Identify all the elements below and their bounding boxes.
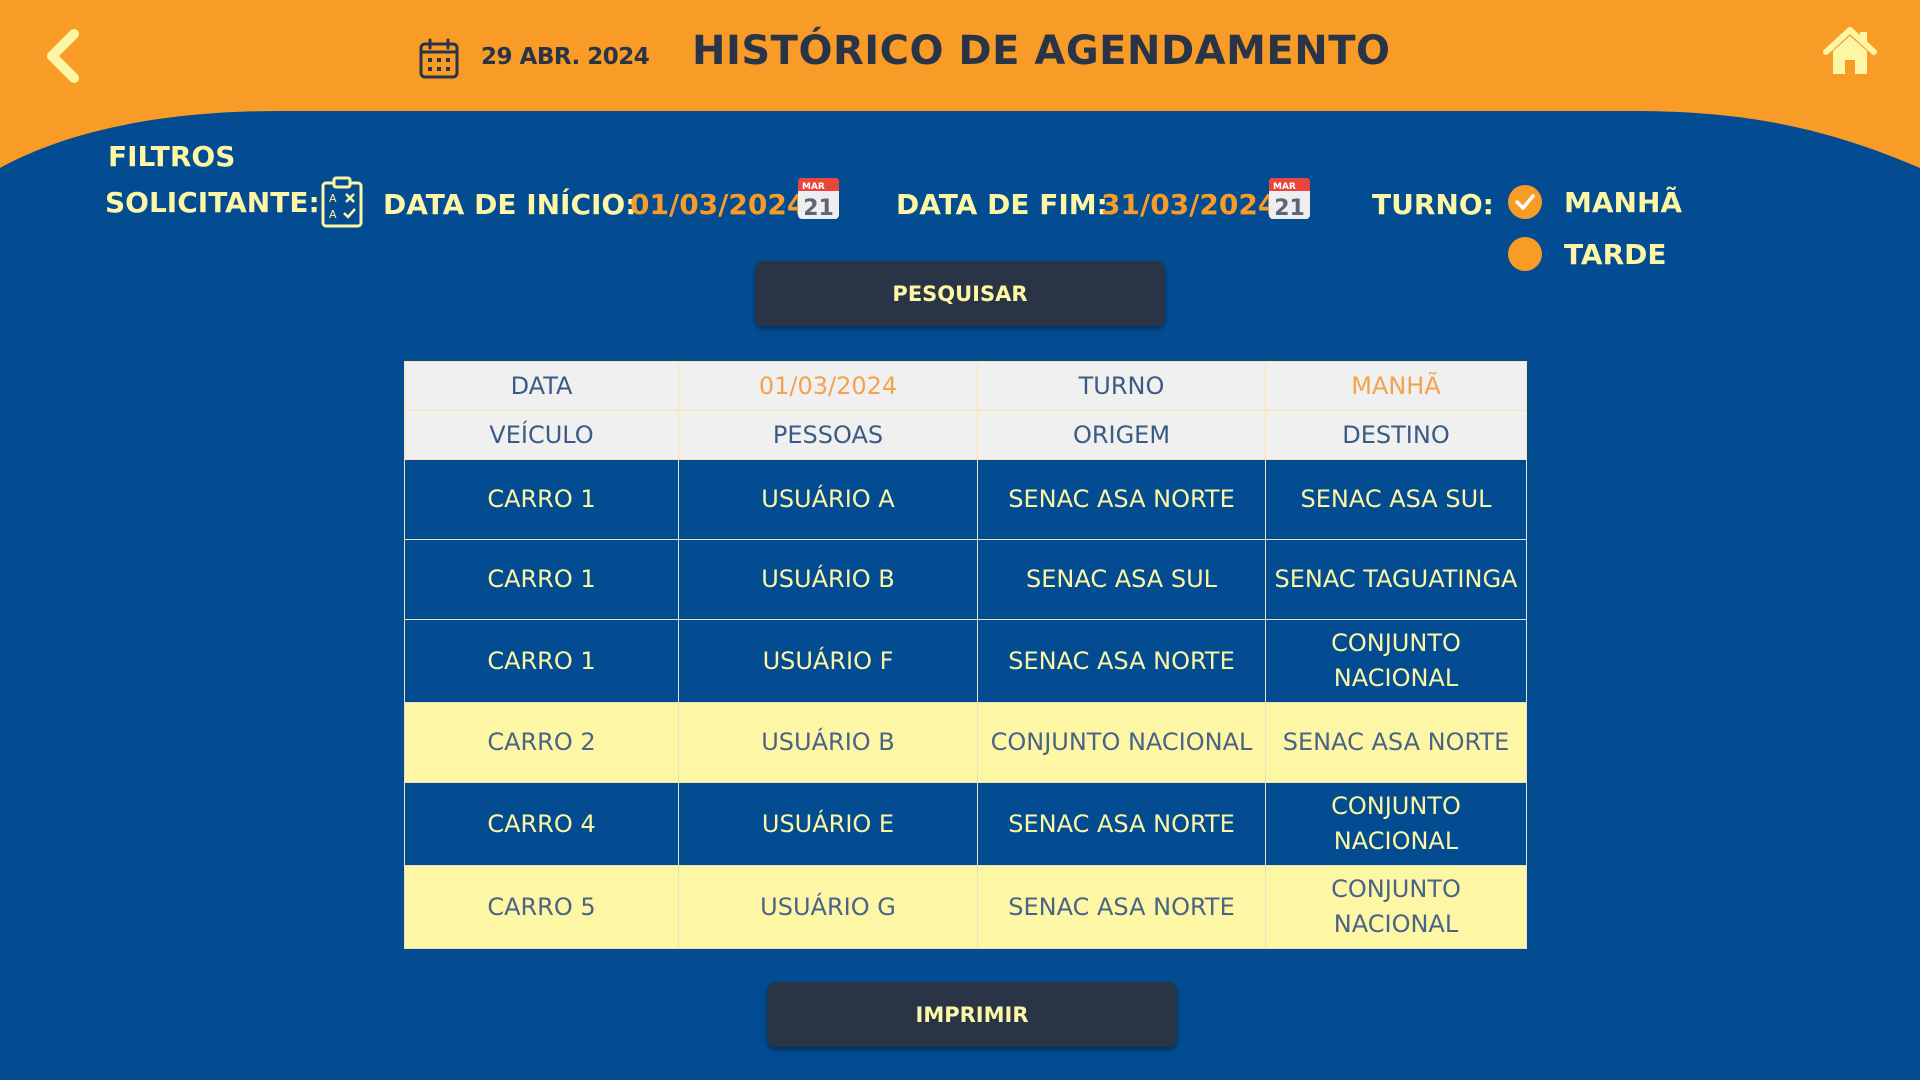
page-title: HISTÓRICO DE AGENDAMENTO — [692, 28, 1391, 74]
home-icon — [1823, 27, 1877, 74]
calendar-day-text: 21 — [1274, 196, 1305, 220]
cell-vehicle: CARRO 1 — [404, 539, 679, 620]
cell-person: USUÁRIO E — [678, 782, 978, 866]
cell-destination: SENAC ASA NORTE — [1265, 702, 1527, 783]
radio-checked[interactable] — [1508, 185, 1542, 219]
cell-vehicle: CARRO 2 — [404, 702, 679, 783]
table-row[interactable]: CARRO 4 USUÁRIO E SENAC ASA NORTE CONJUNTO … — [404, 782, 1527, 866]
cell-origin: SENAC ASA NORTE — [977, 782, 1266, 866]
cell-vehicle: CARRO 5 — [404, 865, 679, 949]
check-icon — [1515, 194, 1535, 210]
table-row[interactable]: CARRO 2 USUÁRIO B CONJUNTO NACIONAL SENAC A… — [404, 702, 1527, 783]
cell-origin: CONJUNTO NACIONAL — [977, 702, 1266, 783]
cell-origin: SENAC ASA NORTE — [977, 459, 1266, 540]
table-row[interactable]: CARRO 5 USUÁRIO G SENAC ASA NORTE CONJUNTO … — [404, 865, 1527, 949]
start-date-value[interactable]: 01/03/2024 — [630, 188, 806, 221]
shift-option-label: TARDE — [1564, 237, 1667, 271]
search-button[interactable]: PESQUISAR — [755, 261, 1165, 326]
home-button[interactable] — [1822, 26, 1878, 78]
print-button[interactable]: IMPRIMIR — [767, 982, 1177, 1047]
calendar-month-text: MAR — [802, 182, 825, 192]
cell-destination: SENAC TAGUATINGA — [1265, 539, 1527, 620]
end-date-value[interactable]: 31/03/2024 — [1101, 188, 1277, 221]
column-header-vehicle: VEÍCULO — [404, 410, 679, 460]
cell-vehicle: CARRO 1 — [404, 459, 679, 540]
header-background — [0, 0, 1920, 168]
filters-title: FILTROS — [108, 140, 236, 173]
shift-header: TURNO — [977, 361, 1266, 411]
column-header-origin: ORIGEM — [977, 410, 1266, 460]
shift-option-label: MANHÃ — [1564, 185, 1683, 219]
calendar-day-text: 21 — [803, 196, 834, 220]
clipboard-checklist-icon[interactable]: A A — [320, 176, 364, 228]
table-row[interactable]: CARRO 1 USUÁRIO B SENAC ASA SUL SENAC TAGUA… — [404, 539, 1527, 620]
cell-origin: SENAC ASA SUL — [977, 539, 1266, 620]
column-header-people: PESSOAS — [678, 410, 978, 460]
svg-text:A: A — [329, 192, 337, 205]
radio-unchecked[interactable] — [1508, 237, 1542, 271]
cell-vehicle: CARRO 1 — [404, 619, 679, 703]
shift-label: TURNO: — [1372, 188, 1494, 221]
cell-person: USUÁRIO B — [678, 702, 978, 783]
date-header: DATA — [404, 361, 679, 411]
results-table: DATA 01/03/2024 TURNO MANHÃ VEÍCULO PESS… — [404, 361, 1527, 949]
cell-destination: SENAC ASA SUL — [1265, 459, 1527, 540]
cell-person: USUÁRIO A — [678, 459, 978, 540]
start-date-calendar-icon[interactable]: MAR 21 — [797, 177, 840, 221]
cell-destination: CONJUNTO NACIONAL — [1265, 782, 1527, 866]
calendar-icon — [418, 38, 460, 80]
end-date-label: DATA DE FIM: — [896, 188, 1108, 221]
date-value: 01/03/2024 — [678, 361, 978, 411]
current-date: 29 ABR. 2024 — [481, 44, 650, 70]
cell-origin: SENAC ASA NORTE — [977, 865, 1266, 949]
cell-person: USUÁRIO B — [678, 539, 978, 620]
cell-origin: SENAC ASA NORTE — [977, 619, 1266, 703]
requester-label: SOLICITANTE: — [105, 186, 320, 219]
svg-text:A: A — [329, 208, 337, 221]
shift-option-afternoon[interactable]: TARDE — [1508, 236, 1667, 272]
table-body: CARRO 1 USUÁRIO A SENAC ASA NORTE SENAC ASA… — [404, 459, 1527, 949]
cell-person: USUÁRIO G — [678, 865, 978, 949]
chevron-left-icon — [47, 29, 79, 83]
column-header-destination: DESTINO — [1265, 410, 1527, 460]
calendar-month-text: MAR — [1273, 182, 1296, 192]
shift-option-morning[interactable]: MANHÃ — [1508, 184, 1682, 220]
start-date-label: DATA DE INÍCIO: — [383, 188, 637, 221]
cell-destination: CONJUNTO NACIONAL — [1265, 865, 1527, 949]
table-row[interactable]: CARRO 1 USUÁRIO A SENAC ASA NORTE SENAC ASA… — [404, 459, 1527, 540]
cell-person: USUÁRIO F — [678, 619, 978, 703]
end-date-calendar-icon[interactable]: MAR 21 — [1268, 177, 1311, 221]
cell-destination: CONJUNTO NACIONAL — [1265, 619, 1527, 703]
shift-value: MANHÃ — [1265, 361, 1527, 411]
table-row[interactable]: CARRO 1 USUÁRIO F SENAC ASA NORTE CONJUNTO … — [404, 619, 1527, 703]
cell-vehicle: CARRO 4 — [404, 782, 679, 866]
column-header-row: VEÍCULO PESSOAS ORIGEM DESTINO — [404, 410, 1527, 460]
back-button[interactable] — [40, 28, 90, 84]
summary-row: DATA 01/03/2024 TURNO MANHÃ — [404, 361, 1527, 411]
